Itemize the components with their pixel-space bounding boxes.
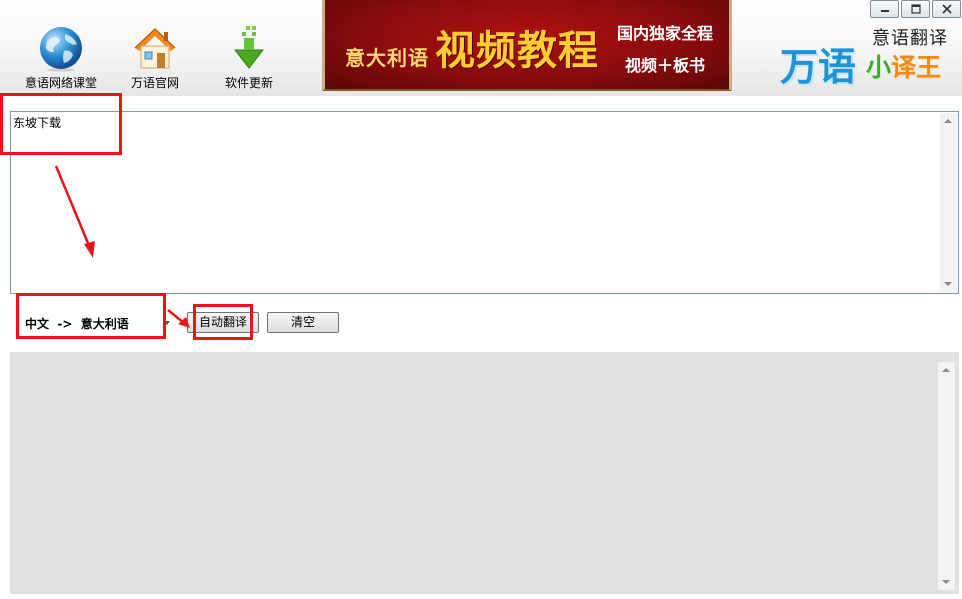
source-text-scrollbar[interactable] <box>940 113 957 292</box>
banner-main-text: 视频教程 <box>435 28 599 74</box>
banner-language-text: 意大利语 <box>345 46 429 70</box>
brand-name-part1: 万语 <box>780 45 857 89</box>
translation-output-area[interactable] <box>10 352 959 594</box>
house-icon <box>134 27 176 69</box>
output-scroll-up-arrow-icon[interactable] <box>942 368 950 372</box>
close-button[interactable] <box>932 0 961 18</box>
toolbar-online-class-label: 意语网络课堂 <box>24 76 97 90</box>
banner-subtitle-1: 国内独家全程 <box>617 24 714 43</box>
minimize-icon <box>880 10 889 12</box>
source-text-area[interactable]: 东坡下载 <box>10 111 959 294</box>
annotation-box-input <box>0 93 122 155</box>
toolbar-online-class-button[interactable]: 意语网络课堂 <box>16 24 106 91</box>
brand-name-part2: 小译王 <box>866 48 941 84</box>
annotation-box-language <box>16 293 166 339</box>
toolbar-software-update-label: 软件更新 <box>224 76 273 90</box>
brand-name-part2b: 译王 <box>891 53 942 82</box>
toolbar: 意语网络课堂 万语官网 软件更新 意大利语 视频教程 国内独家全程 视频＋板书 … <box>0 0 962 96</box>
banner-subtitle-2: 视频＋板书 <box>625 56 706 75</box>
brand-logo: 意语翻译 万语 小译王 <box>776 22 962 92</box>
toolbar-software-update-button[interactable]: 软件更新 <box>204 24 294 91</box>
toolbar-official-site-button[interactable]: 万语官网 <box>110 24 200 91</box>
brand-name-part2a: 小 <box>866 53 892 82</box>
annotation-box-translate <box>193 304 253 340</box>
toolbar-official-site-label: 万语官网 <box>130 76 179 90</box>
video-course-banner[interactable]: 意大利语 视频教程 国内独家全程 视频＋板书 <box>322 0 732 91</box>
maximize-icon <box>910 4 921 14</box>
minimize-button[interactable] <box>870 0 899 18</box>
brand-tagline: 意语翻译 <box>872 28 948 49</box>
scroll-down-arrow-icon[interactable] <box>944 282 952 286</box>
output-scroll-down-arrow-icon[interactable] <box>942 580 950 584</box>
maximize-button[interactable] <box>901 0 930 18</box>
globe-icon <box>40 27 82 72</box>
close-icon <box>941 4 952 14</box>
output-scrollbar[interactable] <box>938 362 955 590</box>
scroll-up-arrow-icon[interactable] <box>944 119 952 123</box>
clear-button[interactable]: 清空 <box>267 312 339 333</box>
download-arrow-icon <box>233 26 265 69</box>
app-window: 意语网络课堂 万语官网 软件更新 意大利语 视频教程 国内独家全程 视频＋板书 … <box>0 0 962 599</box>
